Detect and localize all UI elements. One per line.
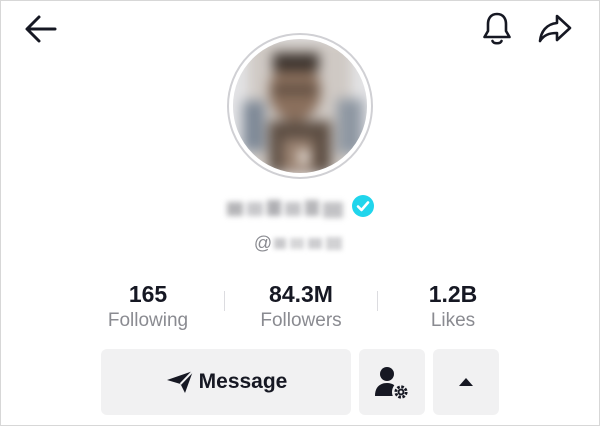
person-gear-icon	[375, 367, 408, 399]
username-row: @	[1, 231, 599, 255]
display-name	[225, 196, 347, 220]
display-name-row	[1, 193, 599, 223]
message-button-label: Message	[198, 370, 288, 393]
stat-following[interactable]: 165 Following	[78, 279, 218, 333]
following-count: 165	[128, 281, 168, 307]
stat-divider	[224, 291, 225, 311]
send-icon	[166, 370, 194, 393]
following-label: Following	[107, 310, 189, 331]
likes-count: 1.2B	[428, 281, 478, 307]
back-arrow-icon	[25, 15, 57, 43]
username	[272, 234, 346, 252]
followers-count: 84.3M	[269, 281, 333, 307]
stat-likes[interactable]: 1.2B Likes	[383, 279, 523, 333]
avatar-photo	[233, 39, 367, 173]
avatar[interactable]	[227, 33, 373, 179]
profile-screen: @ 165 Following 84.3M Followers 1.2B Lik…	[0, 0, 600, 426]
verified-badge	[351, 194, 375, 223]
bell-icon	[483, 12, 511, 45]
followers-label: Followers	[260, 310, 342, 331]
more-options-button[interactable]	[433, 349, 499, 415]
notifications-button[interactable]	[477, 9, 517, 49]
follow-options-button[interactable]	[359, 349, 425, 415]
share-icon	[538, 14, 572, 43]
share-button[interactable]	[533, 9, 577, 49]
likes-label: Likes	[430, 310, 476, 331]
message-button[interactable]: Message	[101, 349, 351, 415]
stat-followers[interactable]: 84.3M Followers	[231, 279, 371, 333]
verified-check-icon	[352, 194, 374, 217]
caret-up-icon	[459, 378, 473, 386]
stat-divider	[377, 291, 378, 311]
username-prefix: @	[253, 232, 273, 253]
back-button[interactable]	[21, 11, 61, 47]
